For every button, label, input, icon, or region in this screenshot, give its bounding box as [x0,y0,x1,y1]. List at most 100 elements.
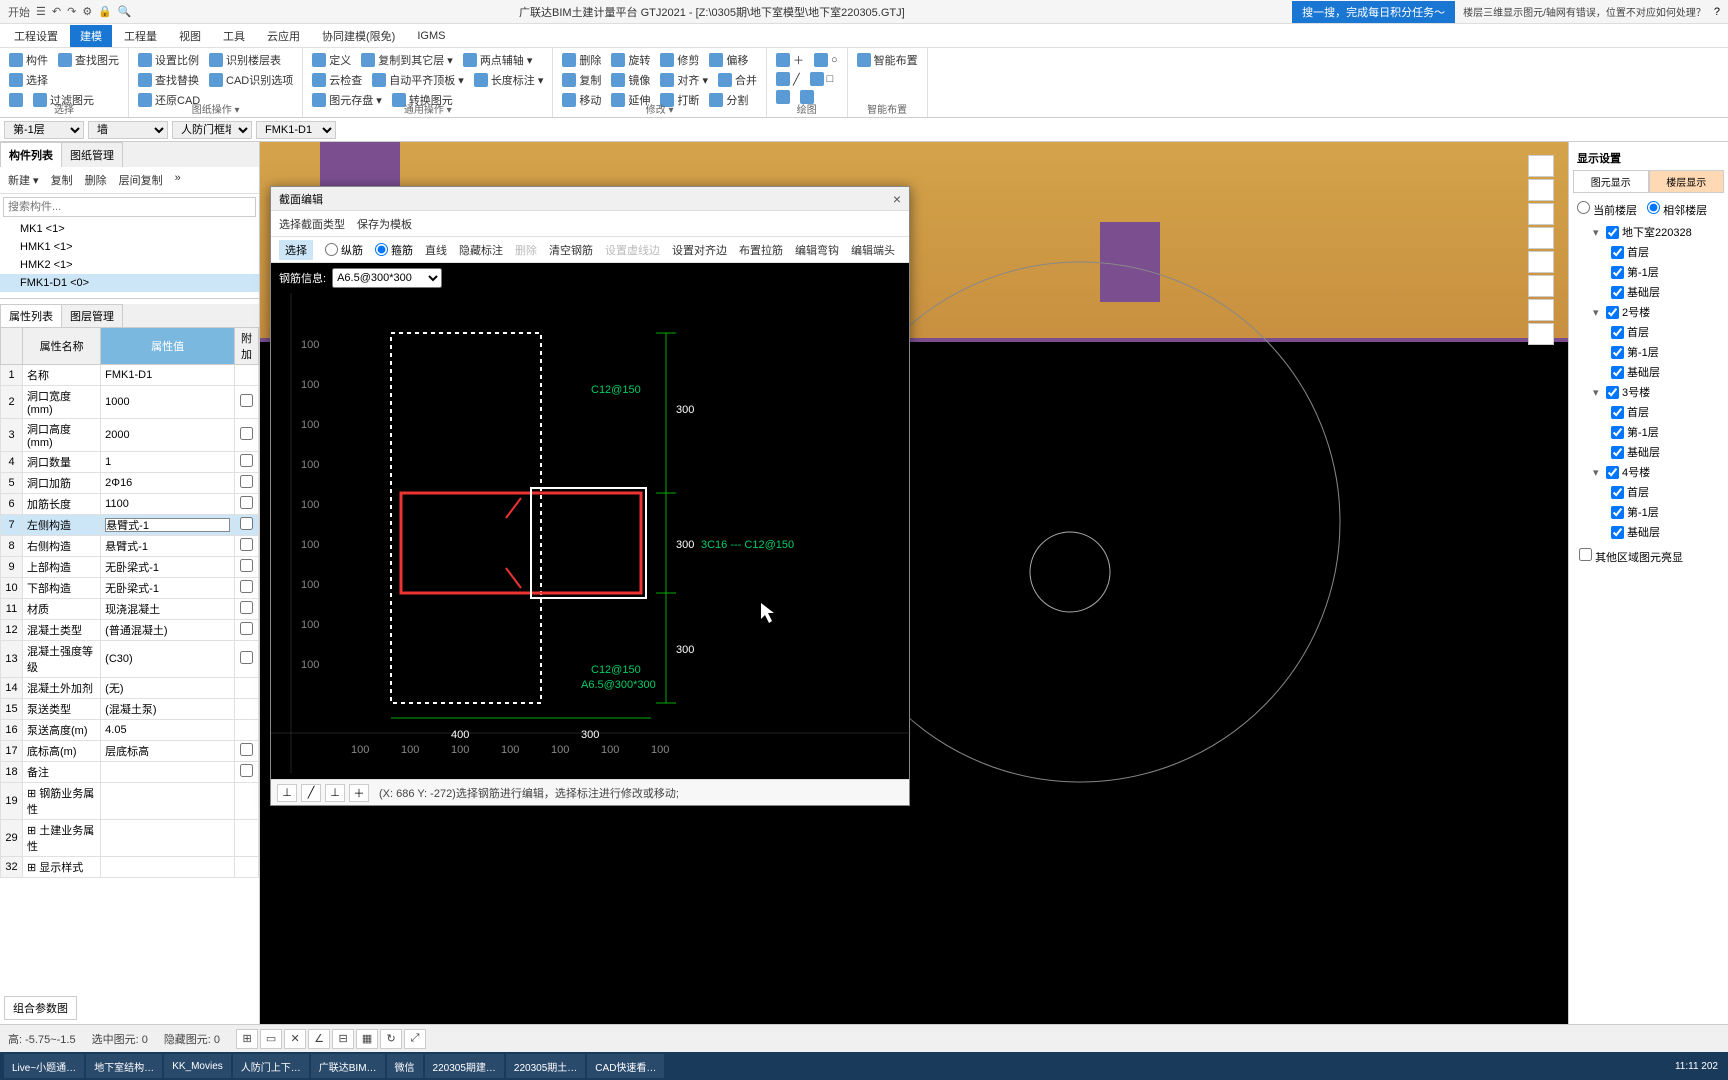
tree-node[interactable]: 基础层 [1573,282,1724,302]
ribbon-button[interactable]: CAD识别选项 [206,70,296,90]
property-row[interactable]: 32⊞ 显示样式 [1,857,259,878]
taskbar-item[interactable]: KK_Movies [164,1054,231,1078]
menu-project-settings[interactable]: 工程设置 [4,25,68,47]
select-section-type[interactable]: 选择截面类型 [279,216,345,232]
property-row[interactable]: 8右侧构造悬臂式-1 [1,536,259,557]
ribbon-button[interactable]: 两点辅轴 ▾ [460,50,536,70]
ribbon-button[interactable]: □ [807,70,837,88]
category-select[interactable]: 墙 [88,121,168,139]
section-canvas[interactable]: 300 300 300 400 300 C12@150 3C16 --- C12… [271,293,909,779]
help-icon[interactable]: ? [1714,6,1720,18]
tree-node[interactable]: 首层 [1573,322,1724,342]
radio-adjacent-floor[interactable]: 相邻楼层 [1647,201,1707,218]
property-row[interactable]: 29⊞ 土建业务属性 [1,820,259,857]
ribbon-button[interactable]: 云检查 [309,70,365,90]
property-row[interactable]: 9上部构造无卧梁式-1 [1,557,259,578]
ribbon-button[interactable]: 识别楼层表 [206,50,284,70]
ribbon-button[interactable]: 偏移 [706,50,751,70]
ribbon-button[interactable]: 智能布置 [854,50,921,70]
tree-node[interactable]: 第-1层 [1573,422,1724,442]
tree-node[interactable]: ▾ 3号楼 [1573,382,1724,402]
close-icon[interactable]: × [893,191,901,207]
ribbon-button[interactable]: 对齐 ▾ [657,70,711,90]
property-row[interactable]: 19⊞ 钢筋业务属性 [1,783,259,820]
tab-element-display[interactable]: 图元显示 [1573,170,1649,193]
more-button[interactable]: » [170,170,186,190]
tab-drawing-mgmt[interactable]: 图纸管理 [61,142,123,167]
property-row[interactable]: 3洞口高度(mm)2000 [1,419,259,452]
ribbon-button[interactable]: ＋ [773,50,807,70]
qat-undo[interactable]: ↶ [52,5,61,18]
menu-view[interactable]: 视图 [169,25,211,47]
property-row[interactable]: 11材质现浇混凝土 [1,599,259,620]
qat-redo[interactable]: ↷ [67,5,76,18]
subcategory-select[interactable]: 人防门框墙 [172,121,252,139]
property-row[interactable]: 12混凝土类型(普通混凝土) [1,620,259,641]
menu-quantity[interactable]: 工程量 [114,25,167,47]
line-tool[interactable]: 直线 [425,242,447,258]
tree-node[interactable]: 首层 [1573,482,1724,502]
ribbon-button[interactable]: 镜像 [608,70,653,90]
combo-param-button[interactable]: 组合参数图 [4,996,77,1020]
foot-snap-icon[interactable]: ⊥ [277,784,297,802]
delete-tool[interactable]: 删除 [515,242,537,258]
save-as-template[interactable]: 保存为模板 [357,216,412,232]
property-row[interactable]: 7左侧构造 [1,515,259,536]
property-row[interactable]: 4洞口数量1 [1,452,259,473]
foot-grid-icon[interactable]: ╱ [301,784,321,802]
ribbon-button[interactable]: ○ [811,50,841,70]
taskbar-item[interactable]: 广联达BIM… [311,1054,385,1078]
view-iso-icon[interactable] [1528,227,1554,249]
tree-node[interactable]: ▾ 2号楼 [1573,302,1724,322]
radio-current-floor[interactable]: 当前楼层 [1577,201,1637,218]
taskbar-item[interactable]: 地下室结构… [86,1054,162,1078]
property-row[interactable]: 2洞口宽度(mm)1000 [1,386,259,419]
help-question[interactable]: 楼层三维显示图元/轴网有错误，位置不对应如何处理？ [1463,4,1706,19]
ribbon-button[interactable]: 长度标注 ▾ [471,70,547,90]
ribbon-button[interactable]: 选择 [6,70,51,90]
taskbar-item[interactable]: CAD快速看… [587,1054,664,1078]
ribbon-button[interactable]: 定义 [309,50,354,70]
clear-rebar[interactable]: 清空钢筋 [549,242,593,258]
ribbon-button[interactable]: 查找替换 [135,70,202,90]
tab-floor-display[interactable]: 楼层显示 [1649,170,1725,193]
view-select-icon[interactable] [1528,251,1554,273]
tree-node[interactable]: 基础层 [1573,442,1724,462]
rebar-info-select[interactable]: A6.5@300*300 [332,268,442,288]
system-clock[interactable]: 11:11 202 [1669,1061,1724,1072]
dialog-title-bar[interactable]: 截面编辑 × [271,187,909,211]
radio-stirrup[interactable]: 箍筋 [375,242,413,258]
ribbon-button[interactable]: 查找图元 [55,50,122,70]
close-poly-icon[interactable]: ✕ [284,1029,306,1049]
taskbar-item[interactable]: 微信 [387,1054,423,1078]
view-orbit-icon[interactable] [1528,155,1554,177]
property-row[interactable]: 13混凝土强度等级(C30) [1,641,259,678]
ribbon-button[interactable]: 旋转 [608,50,653,70]
property-row[interactable]: 18备注 [1,762,259,783]
menu-cloud[interactable]: 云应用 [257,25,310,47]
taskbar-item[interactable]: 220305期建… [425,1054,504,1078]
qat-search[interactable]: 🔍 [118,5,132,18]
view-2d-icon[interactable] [1528,179,1554,201]
new-button[interactable]: 新建 ▾ [3,170,44,190]
ribbon-button[interactable]: 复制到其它层 ▾ [358,50,456,70]
foot-plus-icon[interactable]: ＋ [349,784,369,802]
tab-component-list[interactable]: 构件列表 [0,142,62,167]
ribbon-button[interactable]: 删除 [559,50,604,70]
tree-node[interactable]: 第-1层 [1573,342,1724,362]
tree-node[interactable]: 基础层 [1573,362,1724,382]
property-row[interactable]: 16泵送高度(m)4.05 [1,720,259,741]
component-item[interactable]: MK1 <1> [0,220,259,238]
ribbon-button[interactable]: 复制 [559,70,604,90]
hide-annot[interactable]: 隐藏标注 [459,242,503,258]
radio-longitudinal[interactable]: 纵筋 [325,242,363,258]
grid-icon[interactable]: ▦ [356,1029,378,1049]
snap-icon[interactable]: ⊞ [236,1029,258,1049]
property-row[interactable]: 5洞口加筋2Φ16 [1,473,259,494]
tree-node[interactable]: ▾ 4号楼 [1573,462,1724,482]
component-item[interactable]: HMK1 <1> [0,238,259,256]
copy-button[interactable]: 复制 [46,170,78,190]
foot-ortho-icon[interactable]: ⊥ [325,784,345,802]
tree-node[interactable]: 基础层 [1573,522,1724,542]
angle-icon[interactable]: ∠ [308,1029,330,1049]
